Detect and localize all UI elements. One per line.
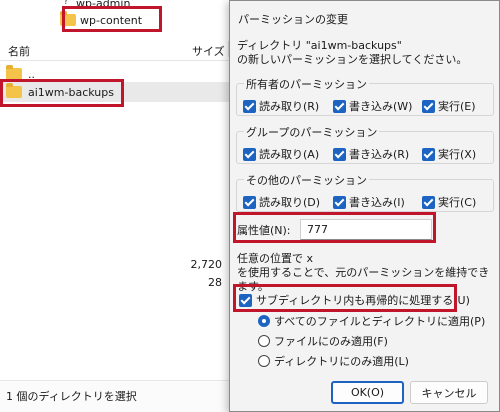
other-write-checkbox[interactable]: 書き込み(I) bbox=[333, 194, 405, 210]
group-exec-checkbox[interactable]: 実行(X) bbox=[422, 146, 476, 162]
highlight-box-numeric-value bbox=[233, 212, 436, 243]
radio-icon bbox=[258, 335, 270, 347]
ok-button[interactable]: OK(O) bbox=[331, 381, 404, 404]
owner-write-checkbox[interactable]: 書き込み(W) bbox=[333, 98, 412, 114]
radio-label: すべてのファイルとディレクトリに適用(P) bbox=[274, 315, 486, 328]
highlight-box-recurse bbox=[233, 284, 457, 312]
checkbox-label: 読み取り(R) bbox=[259, 100, 320, 113]
checkbox-label: 書き込み(R) bbox=[349, 148, 410, 161]
radio-label: ディレクトリにのみ適用(L) bbox=[274, 355, 409, 368]
apply-all-radio[interactable]: すべてのファイルとディレクトリに適用(P) bbox=[258, 313, 485, 329]
other-permissions-group: その他のパーミッション 読み取り(D) 書き込み(I) 実行(C) bbox=[236, 172, 494, 212]
checkbox-label: 書き込み(I) bbox=[349, 196, 405, 209]
status-text: 1 個のディレクトリを選択 bbox=[6, 390, 137, 403]
apply-files-radio[interactable]: ファイルにのみ適用(F) bbox=[258, 333, 388, 349]
highlight-box-wp-content bbox=[62, 6, 162, 32]
highlight-box-ai1wm-backups bbox=[0, 79, 124, 107]
owner-read-checkbox[interactable]: 読み取り(R) bbox=[243, 98, 319, 114]
group-title: グループのパーミッション bbox=[244, 124, 380, 140]
dialog-title-bar[interactable]: パーミッションの変更 bbox=[230, 1, 499, 31]
hint-line: 任意の位置で x bbox=[237, 252, 314, 265]
checkmark-icon bbox=[333, 147, 346, 161]
group-write-checkbox[interactable]: 書き込み(R) bbox=[333, 146, 409, 162]
other-read-checkbox[interactable]: 読み取り(D) bbox=[243, 194, 320, 210]
group-title: その他のパーミッション bbox=[244, 172, 369, 188]
checkmark-icon bbox=[333, 195, 346, 209]
file-size-value: 2,720 bbox=[190, 258, 223, 271]
checkbox-label: 実行(X) bbox=[438, 148, 477, 161]
dialog-title: パーミッションの変更 bbox=[238, 13, 348, 26]
group-read-checkbox[interactable]: 読み取り(A) bbox=[243, 146, 319, 162]
checkmark-icon bbox=[422, 195, 435, 209]
file-size-value: 28 bbox=[208, 276, 222, 289]
checkmark-icon bbox=[243, 147, 256, 161]
checkbox-label: 読み取り(A) bbox=[259, 148, 320, 161]
checkmark-icon bbox=[243, 99, 256, 113]
owner-permissions-group: 所有者のパーミッション 読み取り(R) 書き込み(W) 実行(E) bbox=[236, 76, 494, 116]
group-title: 所有者のパーミッション bbox=[244, 76, 369, 92]
radio-icon bbox=[258, 355, 270, 367]
radio-label: ファイルにのみ適用(F) bbox=[274, 335, 388, 348]
other-exec-checkbox[interactable]: 実行(C) bbox=[422, 194, 476, 210]
checkmark-icon bbox=[422, 147, 435, 161]
description-line: ディレクトリ "ai1wm-backups" bbox=[237, 39, 402, 52]
cancel-button[interactable]: キャンセル bbox=[410, 381, 488, 404]
checkbox-label: 読み取り(D) bbox=[259, 196, 321, 209]
column-header-size[interactable]: サイズ bbox=[192, 43, 225, 59]
owner-exec-checkbox[interactable]: 実行(E) bbox=[422, 98, 476, 114]
change-permissions-dialog: パーミッションの変更 ディレクトリ "ai1wm-backups" の新しいパー… bbox=[229, 0, 500, 412]
checkmark-icon bbox=[422, 99, 435, 113]
checkbox-label: 実行(E) bbox=[438, 100, 476, 113]
checkbox-label: 実行(C) bbox=[438, 196, 477, 209]
checkmark-icon bbox=[243, 195, 256, 209]
apply-dirs-radio[interactable]: ディレクトリにのみ適用(L) bbox=[258, 353, 409, 369]
column-header-name[interactable]: 名前 bbox=[8, 43, 30, 59]
description-line: の新しいパーミッションを選択してください。 bbox=[237, 53, 468, 66]
checkbox-label: 書き込み(W) bbox=[349, 100, 413, 113]
checkmark-icon bbox=[333, 99, 346, 113]
group-permissions-group: グループのパーミッション 読み取り(A) 書き込み(R) 実行(X) bbox=[236, 124, 494, 164]
dialog-description: ディレクトリ "ai1wm-backups" の新しいパーミッションを選択してく… bbox=[237, 39, 495, 67]
radio-selected-icon bbox=[258, 315, 270, 327]
